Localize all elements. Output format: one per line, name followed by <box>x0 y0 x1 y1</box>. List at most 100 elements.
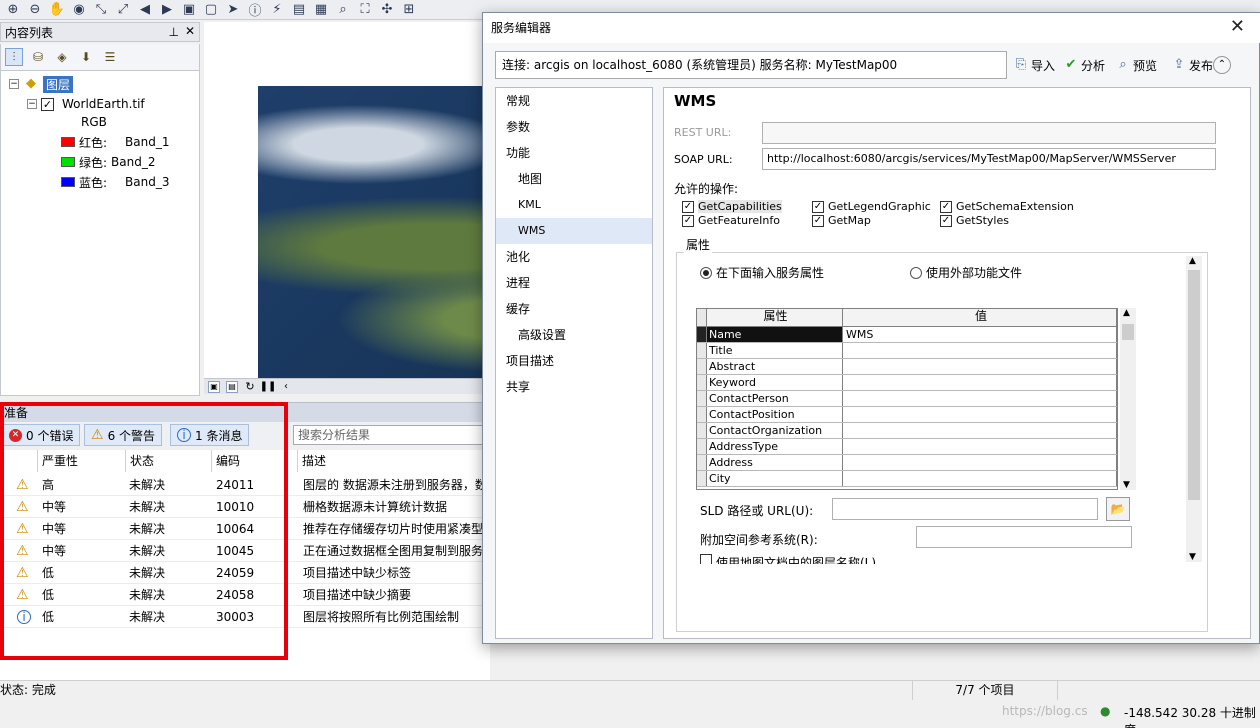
op-getmap[interactable]: ✓ GetMap <box>812 214 871 227</box>
grid-cell-value[interactable] <box>844 359 1117 374</box>
layer-node[interactable]: − ✓ WorldEarth.tif <box>27 95 145 113</box>
fixed-zoom-in-icon[interactable]: ⤡ <box>92 1 110 19</box>
scroll-up-icon[interactable]: ▲ <box>1189 256 1196 266</box>
xy-icon[interactable]: ✣ <box>378 1 396 19</box>
search-results-input[interactable]: 搜索分析结果 <box>293 425 493 445</box>
layers-node[interactable]: − ◆ 图层 <box>9 75 74 93</box>
op-getschemaextension[interactable]: ✓ GetSchemaExtension <box>940 200 1074 213</box>
column-header-code[interactable]: 编码 <box>212 450 298 472</box>
row-selector[interactable] <box>697 327 707 342</box>
scroll-up-icon[interactable]: ▲ <box>1123 308 1130 318</box>
row-selector[interactable] <box>697 455 707 470</box>
use-layer-names-option[interactable]: 使用地图文档中的图层名称(L) <box>700 554 1000 564</box>
op-checkbox[interactable]: ✓ <box>940 200 952 213</box>
op-getstyles[interactable]: ✓ GetStyles <box>940 214 1009 227</box>
scrollbar-thumb[interactable] <box>1188 270 1200 500</box>
row-selector[interactable] <box>697 343 707 358</box>
column-header-status[interactable]: 状态 <box>126 450 212 472</box>
grid-row[interactable]: Abstract <box>697 359 1117 375</box>
grid-row[interactable]: ContactOrganization <box>697 423 1117 439</box>
nav-item-parameters[interactable]: 参数 <box>496 114 652 140</box>
list-by-drawing-order-icon[interactable]: ⫶ <box>5 48 23 66</box>
properties-scrollbar[interactable]: ▲ ▼ <box>1186 256 1202 562</box>
route-icon[interactable]: ⛶ <box>356 1 374 19</box>
warnings-filter-button[interactable]: ⚠ 6 个警告 <box>84 424 163 446</box>
op-getfeatureinfo[interactable]: ✓ GetFeatureInfo <box>682 214 780 227</box>
list-by-selection-icon[interactable]: ⬇ <box>77 48 95 66</box>
table-row[interactable]: i 低 未解决 30003 图层将按照所有比例范围绘制 <box>0 606 490 628</box>
browse-folder-icon[interactable]: 📂 <box>1106 497 1130 521</box>
radio-external-file[interactable]: 使用外部功能文件 <box>910 264 1022 281</box>
nav-item-mapping[interactable]: 地图 <box>496 166 652 192</box>
messages-filter-button[interactable]: i 1 条消息 <box>170 424 250 446</box>
grid-scrollbar[interactable]: ▲ ▼ <box>1120 308 1136 490</box>
grid-row[interactable]: Title <box>697 343 1117 359</box>
grid-cell-value[interactable] <box>844 391 1117 406</box>
op-getcapabilities[interactable]: ✓ GetCapabilities <box>682 200 782 213</box>
layout-view-icon[interactable]: ▤ <box>226 380 238 393</box>
nav-item-sharing[interactable]: 共享 <box>496 374 652 400</box>
row-selector[interactable] <box>697 407 707 422</box>
op-checkbox[interactable]: ✓ <box>940 214 952 227</box>
nav-item-pooling[interactable]: 池化 <box>496 244 652 270</box>
extra-srs-field[interactable] <box>916 526 1132 548</box>
preview-button[interactable]: ⌕ 预览 <box>1115 55 1157 75</box>
sld-path-field[interactable] <box>832 498 1098 520</box>
publish-button[interactable]: ⇪ 发布 <box>1171 55 1213 75</box>
pause-icon[interactable]: ❚❚ <box>260 379 277 395</box>
grid-cell-value[interactable]: WMS <box>844 327 1117 342</box>
refresh-icon[interactable]: ↻ <box>244 379 256 395</box>
errors-filter-button[interactable]: ✕ 0 个错误 <box>2 424 81 446</box>
grid-row[interactable]: Keyword <box>697 375 1117 391</box>
nav-item-processes[interactable]: 进程 <box>496 270 652 296</box>
scrollbar-thumb[interactable] <box>1122 324 1134 340</box>
collapse-icon[interactable]: − <box>9 79 19 89</box>
grid-cell-value[interactable] <box>844 407 1117 422</box>
grid-cell-value[interactable] <box>844 455 1117 470</box>
use-layer-names-checkbox[interactable] <box>700 554 712 564</box>
nav-item-capabilities[interactable]: 功能 <box>496 140 652 166</box>
select-elements-icon[interactable]: ➤ <box>224 1 242 19</box>
scroll-down-icon[interactable]: ▼ <box>1123 480 1130 490</box>
grid-row[interactable]: City <box>697 471 1117 487</box>
nav-item-kml[interactable]: KML <box>496 192 652 218</box>
identify-icon[interactable]: ⓘ <box>246 1 264 19</box>
time-slider-icon[interactable]: ⊞ <box>400 1 418 19</box>
pin-icon[interactable]: ⊥ <box>169 25 179 39</box>
row-selector[interactable] <box>697 423 707 438</box>
nav-item-item-description[interactable]: 项目描述 <box>496 348 652 374</box>
column-header-description[interactable]: 描述 <box>298 450 490 472</box>
row-selector[interactable] <box>697 375 707 390</box>
column-header-severity[interactable]: 严重性 <box>38 450 126 472</box>
scroll-left-icon[interactable]: ‹ <box>280 379 292 395</box>
op-checkbox[interactable]: ✓ <box>812 200 824 213</box>
data-view-icon[interactable]: ▣ <box>208 380 220 393</box>
row-selector[interactable] <box>697 391 707 406</box>
soap-url-field[interactable]: http://localhost:6080/arcgis/services/My… <box>762 148 1216 170</box>
row-selector[interactable] <box>697 471 707 486</box>
back-icon[interactable]: ◀ <box>136 1 154 19</box>
nav-item-wms[interactable]: WMS <box>496 218 652 244</box>
analyze-button[interactable]: ✔ 分析 <box>1063 55 1105 75</box>
grid-row[interactable]: Name WMS <box>697 327 1117 343</box>
grid-row[interactable]: AddressType <box>697 439 1117 455</box>
options-icon[interactable]: ☰ <box>101 48 119 66</box>
fixed-zoom-out-icon[interactable]: ⤢ <box>114 1 132 19</box>
grid-cell-value[interactable] <box>844 423 1117 438</box>
op-checkbox[interactable]: ✓ <box>682 200 694 213</box>
grid-row[interactable]: ContactPosition <box>697 407 1117 423</box>
grid-row[interactable]: Address <box>697 455 1117 471</box>
scroll-down-icon[interactable]: ▼ <box>1189 552 1196 562</box>
close-icon[interactable]: ✕ <box>185 24 195 38</box>
grid-cell-value[interactable] <box>844 375 1117 390</box>
measure-icon[interactable]: ▦ <box>312 1 330 19</box>
pan-icon[interactable]: ✋ <box>48 1 66 19</box>
collapse-button[interactable]: ⌃ <box>1213 55 1231 75</box>
list-by-visibility-icon[interactable]: ◈ <box>53 48 71 66</box>
hyperlink-icon[interactable]: ⚡ <box>268 1 286 19</box>
grid-row[interactable]: ContactPerson <box>697 391 1117 407</box>
row-selector[interactable] <box>697 359 707 374</box>
rest-url-field[interactable] <box>762 122 1216 144</box>
nav-item-general[interactable]: 常规 <box>496 88 652 114</box>
row-selector[interactable] <box>697 439 707 454</box>
